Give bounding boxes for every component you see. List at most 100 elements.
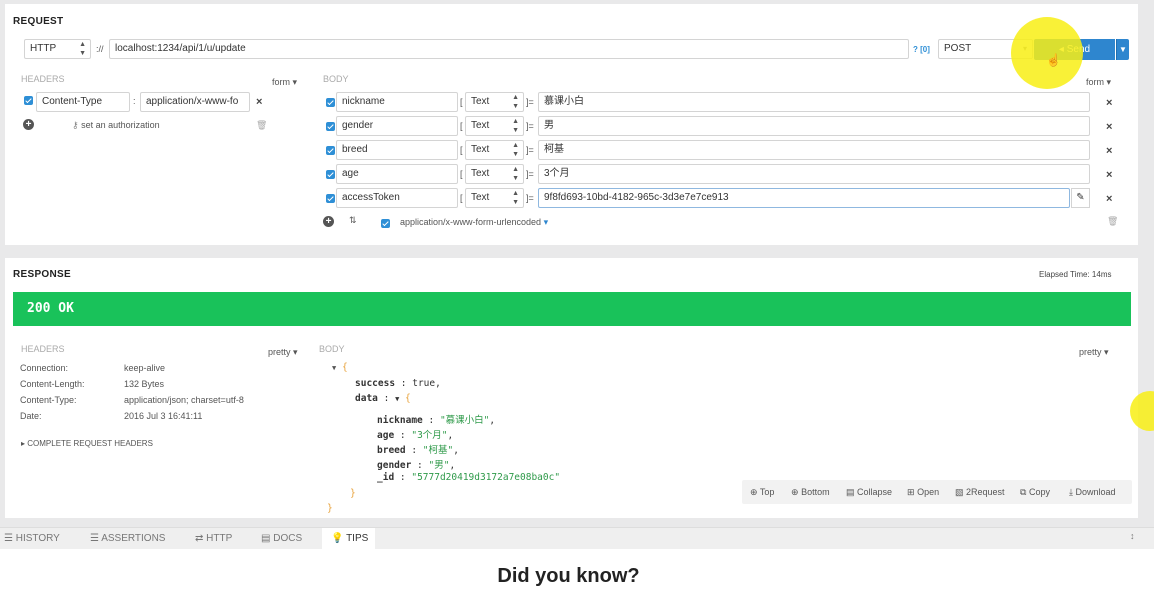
pencil-icon[interactable]: ✎ — [1071, 188, 1090, 208]
url-input[interactable]: localhost:1234/api/1/u/update — [109, 39, 909, 59]
json-key: breed — [377, 445, 406, 456]
exchange-icon: ⇄ — [195, 533, 204, 544]
field-value-input[interactable]: 柯基 — [538, 140, 1090, 160]
lightbulb-icon: 💡 — [331, 533, 344, 544]
field-value-input[interactable]: 慕课小白 — [538, 92, 1090, 112]
bottom-tab-bar: ☰ HISTORY ☰ ASSERTIONS ⇄ HTTP ▤ DOCS 💡 T… — [0, 527, 1154, 550]
select-arrows-icon: ▲ ▼ — [512, 94, 519, 110]
tab-assertions[interactable]: ☰ ASSERTIONS — [90, 528, 176, 550]
add-header-icon[interactable]: + — [23, 119, 34, 130]
remove-field-icon[interactable]: × — [1106, 169, 1112, 181]
select-arrows-icon: ▲ ▼ — [512, 166, 519, 182]
field-name-input[interactable]: nickname — [336, 92, 458, 112]
header-enabled-checkbox[interactable] — [24, 96, 33, 105]
method-value: POST — [944, 43, 972, 54]
resp-header-value: 132 Bytes — [124, 379, 165, 389]
tab-history[interactable]: ☰ HISTORY — [4, 528, 70, 550]
url-help-link[interactable]: ? [0] — [913, 45, 930, 54]
set-authorization-link[interactable]: ⚷ set an authorization — [72, 120, 160, 131]
field-type-value: Text — [471, 96, 490, 107]
trash-icon[interactable]: 🗑 — [1107, 216, 1118, 227]
field-enabled-checkbox[interactable] — [326, 98, 335, 107]
field-type-select[interactable]: Text ▲ ▼ — [465, 116, 524, 136]
bracket-equals: ]= — [526, 193, 534, 203]
json-brace: } — [350, 488, 356, 499]
field-enabled-checkbox[interactable] — [326, 194, 335, 203]
field-enabled-checkbox[interactable] — [326, 146, 335, 155]
field-enabled-checkbox[interactable] — [326, 122, 335, 131]
resp-header-name: Date: — [20, 411, 42, 421]
json-key: data — [355, 393, 378, 404]
resp-header-name: Connection: — [20, 363, 69, 373]
remove-field-icon[interactable]: × — [1106, 145, 1112, 157]
json-value: true — [412, 378, 436, 389]
download-button[interactable]: ⤓ Download — [1069, 487, 1116, 498]
response-headers-mode[interactable]: pretty ▾ — [268, 347, 298, 358]
send-options-button[interactable]: ▼ — [1116, 39, 1129, 60]
trash-icon[interactable]: 🗑 — [256, 120, 267, 131]
resize-icon[interactable]: ↕ — [1130, 531, 1135, 541]
add-field-icon[interactable]: + — [323, 216, 334, 227]
bottom-button[interactable]: ⊕ Bottom — [791, 487, 830, 498]
select-arrows-icon: ▲ ▼ — [512, 142, 519, 158]
field-value-input[interactable]: 男 — [538, 116, 1090, 136]
set-authorization-label: set an authorization — [81, 120, 160, 130]
json-value: "柯基" — [422, 445, 454, 456]
field-enabled-checkbox[interactable] — [326, 170, 335, 179]
tab-http-label: HTTP — [206, 533, 233, 544]
field-name-input[interactable]: age — [336, 164, 458, 184]
response-body-label: BODY — [319, 344, 345, 354]
header-value-input[interactable]: application/x-www-fo — [140, 92, 250, 112]
request-headers-label: HEADERS — [21, 74, 65, 84]
remove-field-icon[interactable]: × — [1106, 193, 1112, 205]
complete-request-headers-label: COMPLETE REQUEST HEADERS — [27, 439, 153, 448]
tab-http[interactable]: ⇄ HTTP — [195, 528, 245, 550]
protocol-value: HTTP — [30, 43, 57, 54]
remove-header-icon[interactable]: × — [256, 96, 262, 108]
field-type-select[interactable]: Text ▲ ▼ — [465, 164, 524, 184]
json-value: "男" — [428, 460, 450, 471]
urlencoded-checkbox[interactable] — [381, 219, 390, 228]
remove-field-icon[interactable]: × — [1106, 97, 1112, 109]
open-button[interactable]: ⊞ Open — [907, 487, 939, 498]
field-name-input[interactable]: gender — [336, 116, 458, 136]
list-icon: ☰ — [4, 533, 13, 544]
tab-tips[interactable]: 💡 TIPS — [322, 528, 375, 550]
collapse-button[interactable]: ▤ Collapse — [846, 487, 892, 498]
header-name-input[interactable]: Content-Type — [36, 92, 130, 112]
field-value-input[interactable]: 3个月 — [538, 164, 1090, 184]
collapse-toggle-icon[interactable]: ▼ — [395, 395, 399, 403]
json-line: nickname : "慕课小白", — [377, 415, 496, 426]
request-panel: REQUEST HTTP ▲ ▼ :// localhost:1234/api/1… — [5, 4, 1138, 245]
remove-field-icon[interactable]: × — [1106, 121, 1112, 133]
request-body-mode[interactable]: form ▾ — [1086, 77, 1111, 88]
resp-header-name: Content-Length: — [20, 379, 85, 389]
list-icon: ☰ — [90, 533, 99, 544]
content-type-selector[interactable]: application/x-www-form-urlencoded ▾ — [400, 217, 548, 228]
caret-right-icon: ▸ — [21, 439, 26, 448]
complete-request-headers-toggle[interactable]: ▸ COMPLETE REQUEST HEADERS — [21, 439, 153, 448]
json-brace: { — [342, 362, 348, 373]
to-request-button[interactable]: ▧ 2Request — [955, 487, 1005, 498]
sort-icon[interactable]: ⇅ — [349, 215, 357, 226]
copy-button[interactable]: ⧉ Copy — [1020, 487, 1050, 498]
request-body-label: BODY — [323, 74, 349, 84]
request-headers-mode[interactable]: form ▾ — [272, 77, 297, 88]
bracket-open: [ — [460, 97, 463, 107]
json-line: _id : "5777d20419d3172a7e08ba0c" — [377, 472, 561, 483]
top-button[interactable]: ⊕ Top — [750, 487, 774, 498]
field-type-select[interactable]: Text ▲ ▼ — [465, 140, 524, 160]
json-key: _id — [377, 472, 395, 483]
hand-cursor-icon: ☝ — [1046, 53, 1061, 67]
protocol-select[interactable]: HTTP ▲ ▼ — [24, 39, 91, 59]
field-name-input[interactable]: accessToken — [336, 188, 458, 208]
response-body-mode[interactable]: pretty ▾ — [1079, 347, 1109, 358]
tab-docs[interactable]: ▤ DOCS — [261, 528, 311, 550]
response-title: RESPONSE — [13, 269, 71, 280]
field-value-input[interactable]: 9f8fd693-10bd-4182-965c-3d3e7e7ce913 — [538, 188, 1070, 208]
field-type-select[interactable]: Text ▲ ▼ — [465, 92, 524, 112]
collapse-toggle-icon[interactable]: ▼ — [332, 364, 336, 372]
json-key: nickname — [377, 415, 423, 426]
field-name-input[interactable]: breed — [336, 140, 458, 160]
field-type-select[interactable]: Text ▲ ▼ — [465, 188, 524, 208]
